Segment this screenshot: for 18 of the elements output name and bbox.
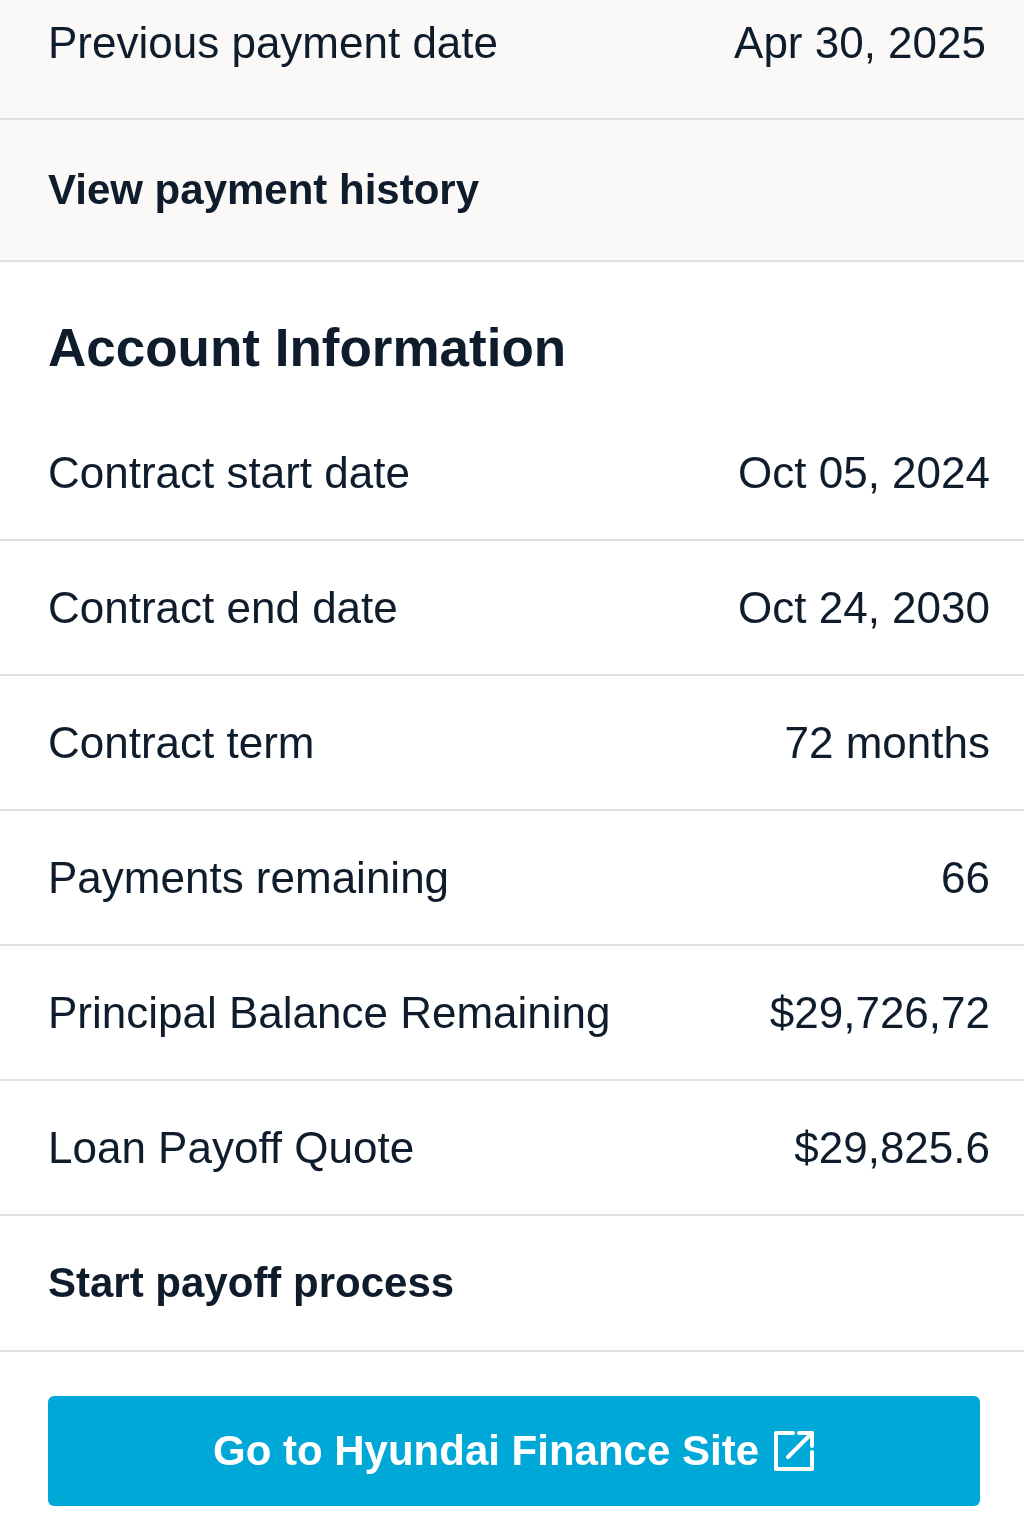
row-label: Contract end date [48, 581, 398, 634]
row-value: Oct 24, 2030 [738, 581, 990, 634]
row-value: 66 [941, 851, 990, 904]
row-value: Oct 05, 2024 [738, 446, 990, 499]
row-label: Loan Payoff Quote [48, 1121, 415, 1174]
row-label: Payments remaining [48, 851, 450, 904]
row-value: Apr 30, 2025 [734, 17, 986, 69]
section-heading: Account Information [47, 317, 568, 379]
external-link-icon [773, 1430, 816, 1472]
row-value: 72 months [784, 716, 990, 769]
row-value: $29,825.6 [794, 1121, 990, 1174]
row-label: Principal Balance Remaining [48, 986, 611, 1039]
row-label: Previous payment date [48, 17, 499, 69]
row-value: $29,726,72 [769, 986, 990, 1039]
row-label: Contract term [48, 716, 315, 769]
payment-history-link[interactable]: View payment history [48, 162, 480, 218]
payoff-link[interactable]: Start payoff process [48, 1255, 455, 1311]
row-label: Contract start date [48, 446, 410, 499]
